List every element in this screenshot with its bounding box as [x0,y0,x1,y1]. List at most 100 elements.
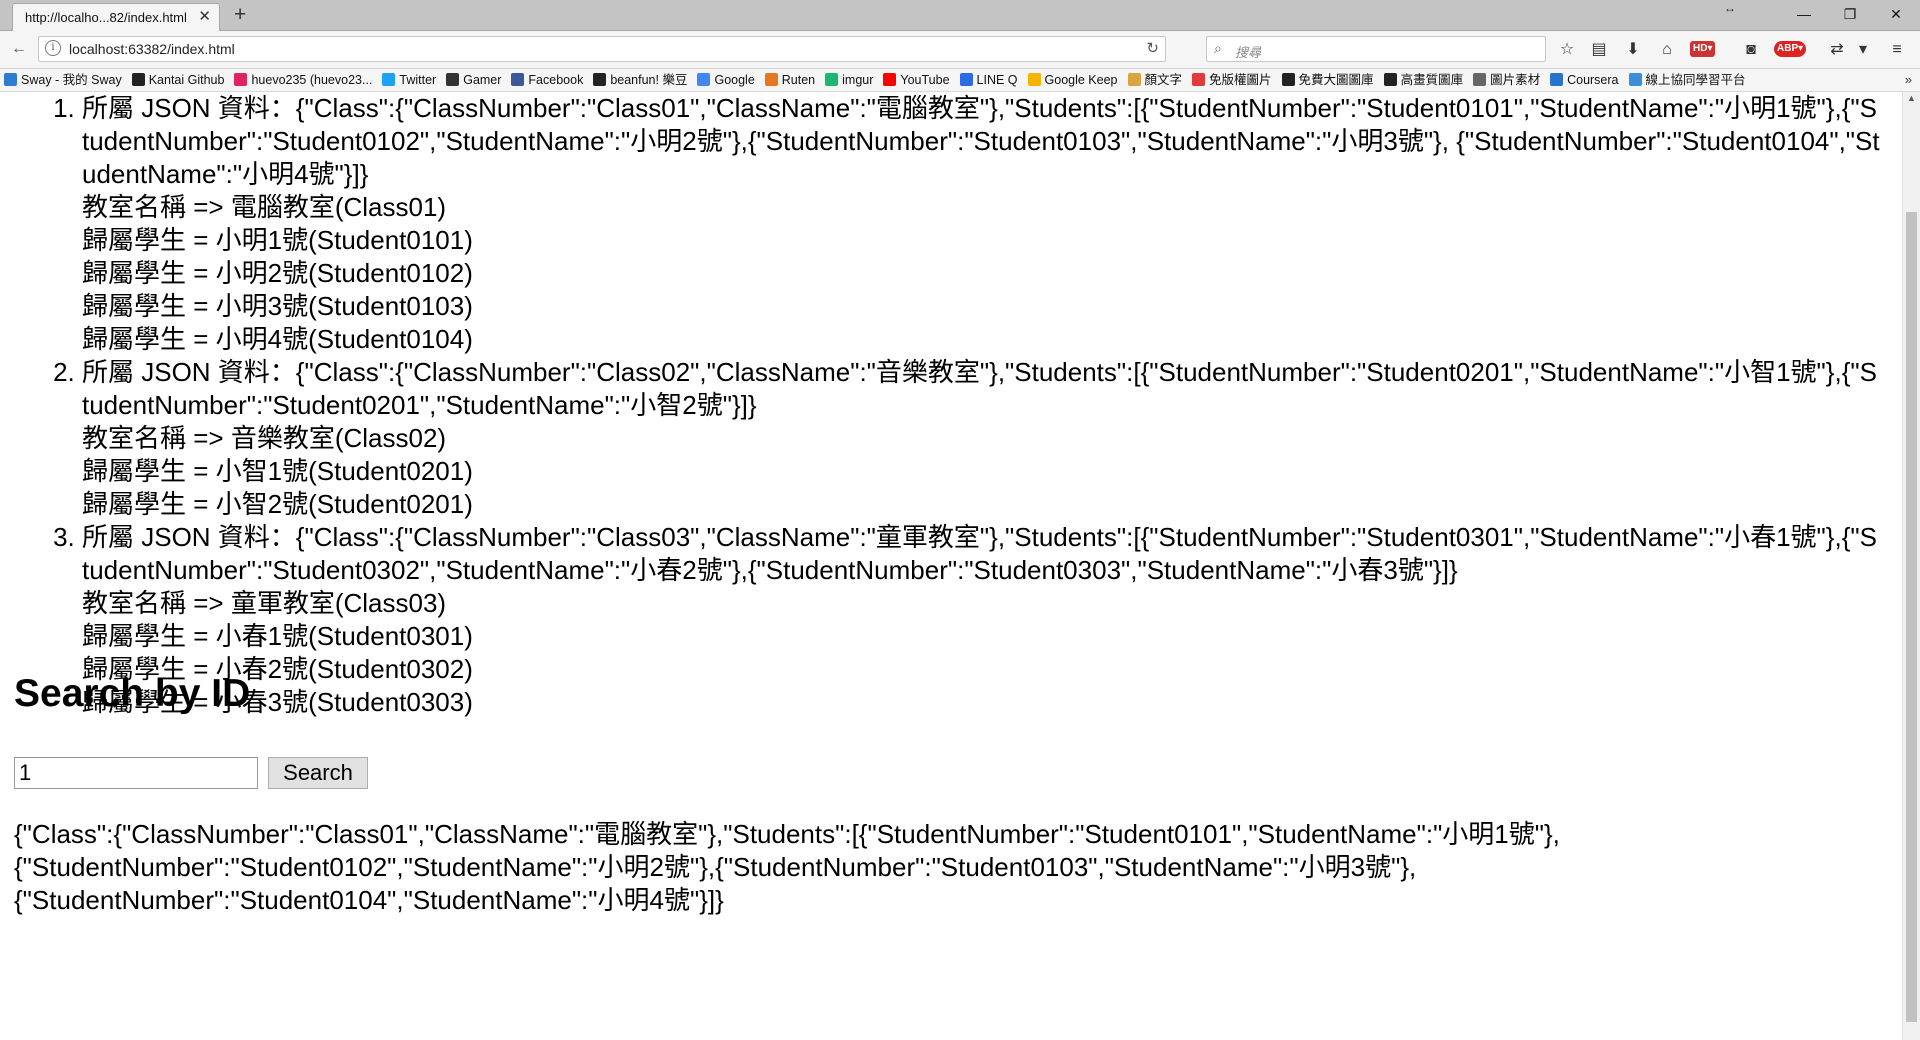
class-json-line: 所屬 JSON 資料：{"Class":{"ClassNumber":"Clas… [82,93,1880,189]
bookmark-item[interactable]: huevo235 (huevo23... [234,69,372,91]
bookmark-item[interactable]: Facebook [511,69,583,91]
student-line: 歸屬學生 = 小智2號(Student0201) [82,489,473,519]
vertical-scrollbar[interactable]: ▲ [1902,92,1920,1040]
extension-icon[interactable]: ⇄ [1826,39,1848,61]
bookmark-item[interactable]: Ruten [764,69,816,91]
bookmark-item[interactable]: Gamer [446,69,501,91]
address-bar[interactable]: i localhost:63382/index.html ↻ [38,36,1166,62]
bookmarks-bar: Sway - 我的 Sway Kantai Github huevo235 (hue… [0,69,1920,92]
bookmark-item[interactable]: Google [697,69,755,91]
pocket-icon[interactable]: ◙ [1740,39,1762,61]
bookmark-item[interactable]: Sway - 我的 Sway [4,69,122,91]
kaomoji-icon [1127,73,1141,86]
search-placeholder: 搜尋 [1235,45,1262,60]
bookmark-label: 免版權圖片 [1209,73,1272,87]
overflow-chevron-icon[interactable]: ▾ [1852,39,1874,61]
hd-extension-icon[interactable]: HD▾ [1690,41,1716,57]
tab-title: http://localho...82/index.html [25,10,187,25]
bookmark-item[interactable]: 圖片素材 [1473,69,1540,91]
imgur-icon [825,73,839,86]
hamburger-menu-icon[interactable]: ≡ [1886,39,1908,61]
class-json-line: 所屬 JSON 資料：{"Class":{"ClassNumber":"Clas… [82,357,1877,420]
windows-icon [4,73,17,86]
camera-icon [1281,73,1295,86]
close-window-button[interactable]: ✕ [1874,2,1918,26]
github-icon [131,73,145,86]
url-text[interactable]: localhost:63382/index.html [69,41,235,57]
bookmark-item[interactable]: LINE Q [959,69,1018,91]
bookmarks-overflow-icon[interactable]: » [1905,69,1912,91]
beanfun-icon [593,73,607,86]
bookmark-label: 免費大圖圖庫 [1298,73,1374,87]
bookmark-item[interactable]: YouTube [883,69,950,91]
bookmark-label: beanfun! 樂豆 [610,73,688,87]
bookmark-label: 線上協同學習平台 [1645,73,1746,87]
scrollbar-thumb[interactable] [1906,212,1917,1022]
bookmark-item[interactable]: imgur [825,69,873,91]
back-arrow-icon[interactable]: ← [8,38,30,60]
bookmark-item[interactable]: Google Keep [1027,69,1118,91]
class-item: 所屬 JSON 資料：{"Class":{"ClassNumber":"Clas… [82,356,1882,521]
student-line: 歸屬學生 = 小春1號(Student0301) [82,621,473,651]
info-icon[interactable]: i [45,40,61,56]
gamer-icon [446,73,460,86]
bookmark-item[interactable]: 高畫質圖庫 [1383,69,1463,91]
home-icon[interactable]: ⌂ [1656,39,1678,61]
bookmark-label: Kantai Github [148,73,225,87]
bookmark-item[interactable]: Coursera [1550,69,1619,91]
bookmark-label: Google [714,73,755,87]
bookmark-label: 圖片素材 [1490,73,1541,87]
search-bar[interactable]: ⌕ 搜尋 [1206,36,1546,62]
globe-icon [1473,73,1487,86]
google-icon [697,73,711,86]
bookmark-item[interactable]: Twitter [382,69,436,91]
bookmark-item[interactable]: 顏文字 [1127,69,1183,91]
facebook-icon [511,73,525,86]
bookmark-label: Google Keep [1044,73,1118,87]
bookmark-item[interactable]: 免版權圖片 [1192,69,1272,91]
reload-icon[interactable]: ↻ [1146,39,1159,57]
id-search-input[interactable] [14,757,258,789]
bookmark-label: YouTube [900,73,950,87]
collab-icon [1628,73,1642,86]
tab-strip: http://localho...82/index.html ✕ + ↔ — ❐… [0,0,1920,31]
bookmark-label: Gamer [463,73,502,87]
class-list: 所屬 JSON 資料：{"Class":{"ClassNumber":"Clas… [0,92,1882,719]
search-section-title: Search by ID [14,672,251,715]
pixiv-icon [234,73,248,86]
ruten-icon [764,73,778,86]
bookmark-label: Coursera [1567,73,1619,87]
bookmark-label: Twitter [399,73,437,87]
bookmark-label: Ruten [781,73,816,87]
class-item: 所屬 JSON 資料：{"Class":{"ClassNumber":"Clas… [82,521,1882,719]
class-item: 所屬 JSON 資料：{"Class":{"ClassNumber":"Clas… [82,92,1882,356]
bookmark-label: imgur [842,73,874,87]
bookmark-item[interactable]: beanfun! 樂豆 [593,69,687,91]
student-line: 歸屬學生 = 小明2號(Student0102) [82,258,473,288]
new-tab-button[interactable]: + [234,3,246,27]
adblock-icon[interactable]: ABP▾ [1774,41,1807,57]
student-line: 歸屬學生 = 小春2號(Student0302) [82,654,473,684]
bookmark-label: Facebook [528,73,584,87]
student-line: 歸屬學生 = 小明3號(Student0103) [82,291,473,321]
resize-arrow-icon: ↔ [1724,1,1736,15]
bookmark-item[interactable]: 免費大圖圖庫 [1281,69,1374,91]
minimize-button[interactable]: — [1782,2,1826,26]
keep-icon [1027,73,1041,86]
youtube-icon [883,73,897,86]
scroll-up-arrow-icon[interactable]: ▲ [1907,93,1916,103]
close-tab-icon[interactable]: ✕ [198,8,211,26]
download-icon[interactable]: ⬇ [1622,39,1644,61]
twitter-icon [382,73,396,86]
free-images-icon [1192,73,1206,86]
bookmark-item[interactable]: Kantai Github [131,69,225,91]
reading-list-icon[interactable]: ▤ [1588,39,1610,61]
bookmark-label: 顏文字 [1144,73,1183,87]
maximize-button[interactable]: ❐ [1828,2,1872,26]
bookmark-item[interactable]: 線上協同學習平台 [1628,69,1746,91]
browser-tab[interactable]: http://localho...82/index.html ✕ [12,3,220,31]
search-button[interactable]: Search [268,757,368,789]
bookmark-star-icon[interactable]: ☆ [1556,39,1578,61]
bookmark-label: LINE Q [976,73,1018,87]
coursera-icon [1550,73,1564,86]
